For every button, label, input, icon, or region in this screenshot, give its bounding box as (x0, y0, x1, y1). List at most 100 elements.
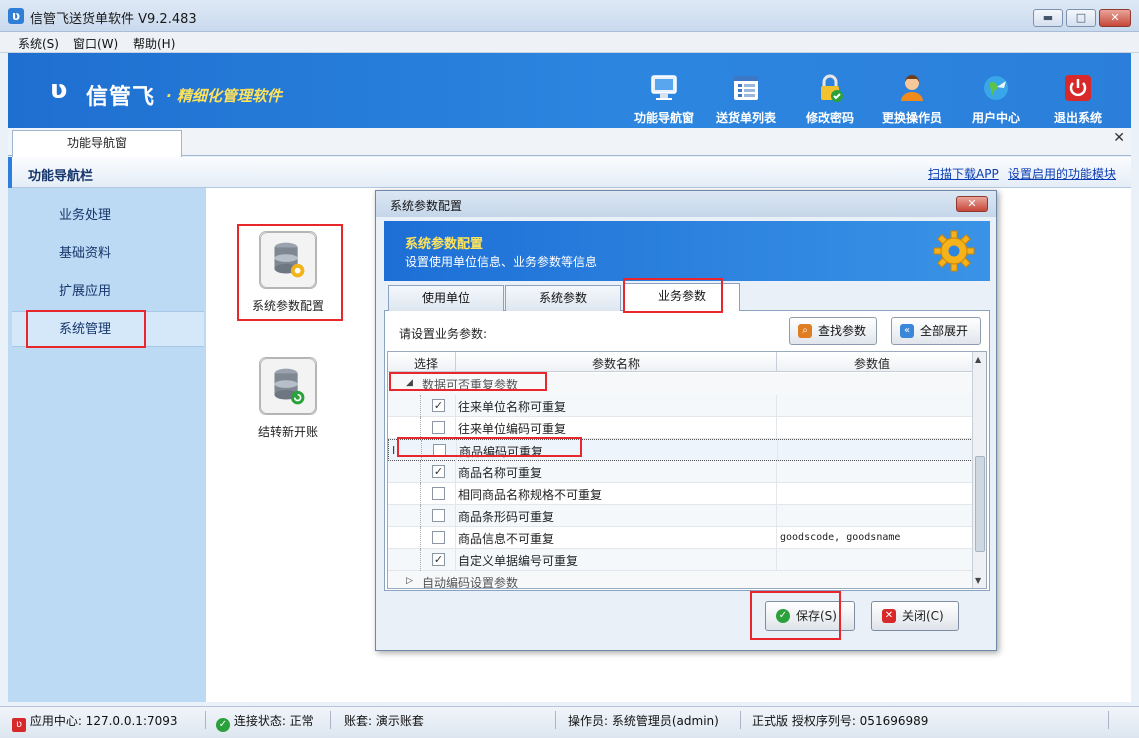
nav-header-accent (8, 157, 12, 188)
window-title: 信管飞送货单软件 V9.2.483 (30, 12, 197, 27)
group-duplicate-params[interactable]: ◢ 数据可否重复参数 (388, 373, 973, 395)
table-row[interactable]: ✓ 商品名称可重复 (388, 461, 973, 483)
app-center-text: 应用中心: 127.0.0.1:7093 (29, 714, 178, 728)
menu-system[interactable]: 系统(S) (18, 35, 59, 52)
table-row[interactable]: ✓ 往来单位名称可重复 (388, 395, 973, 417)
account-status: 账套: 演示账套 (344, 714, 424, 728)
minimize-button[interactable]: ▬ (1033, 9, 1063, 27)
gear-icon (933, 230, 975, 272)
checkmark-icon: ✓ (433, 553, 444, 566)
tab-system-params[interactable]: 系统参数 (505, 285, 621, 311)
table-row[interactable]: 相同商品名称规格不可重复 (388, 483, 973, 505)
sidebar-item-basic-data[interactable]: 基础资料 (12, 236, 204, 272)
configure-modules-link[interactable]: 设置启用的功能模块 (1008, 165, 1116, 182)
param-name: 相同商品名称规格不可重复 (458, 488, 603, 502)
toolbar-switch-operator-label: 更换操作员 (881, 111, 942, 125)
param-checkbox[interactable]: ✓ (432, 465, 445, 478)
close-button[interactable]: ✕ 关闭(C) (871, 601, 959, 631)
tab-nav-window[interactable]: 功能导航窗 (12, 130, 182, 157)
cell-separator (776, 395, 777, 417)
cell-separator (776, 549, 777, 571)
scrollbar-thumb[interactable] (975, 456, 985, 552)
param-checkbox[interactable] (433, 444, 446, 457)
connection-ok-icon: ✓ (216, 718, 230, 732)
text-cursor-icon: I (392, 444, 396, 457)
module-system-params[interactable]: 系统参数配置 (238, 231, 338, 314)
dialog-title: 系统参数配置 (390, 199, 463, 213)
param-name: 商品信息不可重复 (458, 532, 555, 546)
param-checkbox[interactable] (432, 487, 445, 500)
menu-window[interactable]: 窗口(W) (73, 35, 118, 52)
checkmark-icon: ✓ (433, 399, 444, 412)
param-checkbox[interactable] (432, 531, 445, 544)
param-checkbox[interactable]: ✓ (432, 553, 445, 566)
find-param-button[interactable]: ⌕ 查找参数 (789, 317, 877, 345)
scroll-up-icon[interactable]: ▲ (975, 355, 981, 364)
search-icon: ⌕ (798, 324, 812, 338)
close-tab-icon[interactable]: ✕ (1113, 130, 1125, 146)
connection-text: 连接状态: 正常 (233, 714, 314, 728)
dialog-title-bar: 系统参数配置 ✕ (376, 191, 996, 217)
business-params-panel: 请设置业务参数: ⌕ 查找参数 « 全部展开 选择 参数名称 参数值 ◢ 数据可… (384, 311, 990, 591)
params-grid: 选择 参数名称 参数值 ◢ 数据可否重复参数 ✓ 往来单位名称可重复 往来单位编… (387, 351, 987, 589)
connection-status: ✓ 连接状态: 正常 (216, 712, 314, 732)
user-icon (901, 75, 923, 101)
sidebar-item-system-management[interactable]: 系统管理 (12, 311, 204, 347)
group-auto-code-params[interactable]: ▷ 自动编码设置参数 (388, 571, 973, 588)
tab-business-params[interactable]: 业务参数 (624, 283, 740, 312)
expanded-arrow-icon: ◢ (406, 378, 413, 388)
table-row-selected[interactable]: I 商品编码可重复 (388, 439, 973, 462)
group-label: 数据可否重复参数 (422, 378, 519, 392)
toolbar-change-password-label: 修改密码 (805, 111, 854, 125)
table-row[interactable]: 商品条形码可重复 (388, 505, 973, 527)
tree-line (420, 505, 421, 527)
toolbar-exit-button[interactable]: 退出系统 (1038, 73, 1118, 126)
find-param-label: 查找参数 (818, 324, 867, 338)
document-tabs: 功能导航窗 ✕ (8, 128, 1131, 157)
double-chevron-icon: « (900, 324, 914, 338)
module-year-end-carryover[interactable]: 结转新开账 (238, 357, 338, 440)
dialog-close-button[interactable]: ✕ (956, 196, 988, 212)
param-checkbox[interactable]: ✓ (432, 399, 445, 412)
sidebar-item-extensions[interactable]: 扩展应用 (12, 274, 204, 310)
table-row[interactable]: 商品信息不可重复 goodscode, goodsname (388, 527, 973, 549)
module-year-end-carryover-label: 结转新开账 (257, 425, 318, 439)
param-checkbox[interactable] (432, 509, 445, 522)
tree-line (421, 440, 422, 462)
col-name-header: 参数名称 (592, 357, 641, 371)
param-name: 商品名称可重复 (458, 466, 543, 480)
expand-all-label: 全部展开 (920, 324, 969, 338)
param-checkbox[interactable] (432, 421, 445, 434)
toolbar-change-password-button[interactable]: 修改密码 (790, 73, 870, 126)
header-banner: ʋ 信管飞 · 精细化管理软件 功能导航窗 送货单列表 修改密码 更换操作员 用… (8, 53, 1131, 128)
toolbar-delivery-list-button[interactable]: 送货单列表 (706, 73, 786, 126)
toolbar-user-center-button[interactable]: 用户中心 (956, 73, 1036, 126)
cell-separator (776, 505, 777, 527)
tab-unit-info[interactable]: 使用单位 (388, 285, 504, 311)
grid-scrollbar[interactable]: ▲ ▼ (972, 352, 986, 588)
header-separator (776, 352, 777, 372)
close-window-button[interactable]: ✕ (1099, 9, 1131, 27)
param-value[interactable]: goodscode, goodsname (780, 532, 900, 543)
app-center-icon: ʋ (12, 718, 26, 732)
check-icon: ✓ (776, 609, 790, 623)
close-icon: ✕ (882, 609, 896, 623)
param-name: 自定义单据编号可重复 (458, 554, 579, 568)
table-row[interactable]: ✓ 自定义单据编号可重复 (388, 549, 973, 571)
menu-help[interactable]: 帮助(H) (133, 35, 175, 52)
license-status: 正式版 授权序列号: 051696989 (752, 714, 929, 728)
title-bar: ʋ 信管飞送货单软件 V9.2.483 ▬ □ ✕ (0, 0, 1139, 32)
scroll-down-icon[interactable]: ▼ (975, 576, 981, 585)
brand-logo-icon: ʋ (50, 75, 68, 105)
toolbar-switch-operator-button[interactable]: 更换操作员 (872, 73, 952, 126)
save-button[interactable]: ✓ 保存(S) (765, 601, 855, 631)
sidebar-item-business[interactable]: 业务处理 (12, 198, 204, 234)
scan-download-app-link[interactable]: 扫描下载APP (928, 165, 999, 182)
toolbar-nav-window-button[interactable]: 功能导航窗 (624, 73, 704, 126)
checkmark-icon: ✓ (433, 465, 444, 478)
table-row[interactable]: 往来单位编码可重复 (388, 417, 973, 439)
maximize-button[interactable]: □ (1066, 9, 1096, 27)
expand-all-button[interactable]: « 全部展开 (891, 317, 981, 345)
operator-status: 操作员: 系统管理员(admin) (568, 714, 719, 728)
app-logo-icon: ʋ (8, 8, 24, 24)
